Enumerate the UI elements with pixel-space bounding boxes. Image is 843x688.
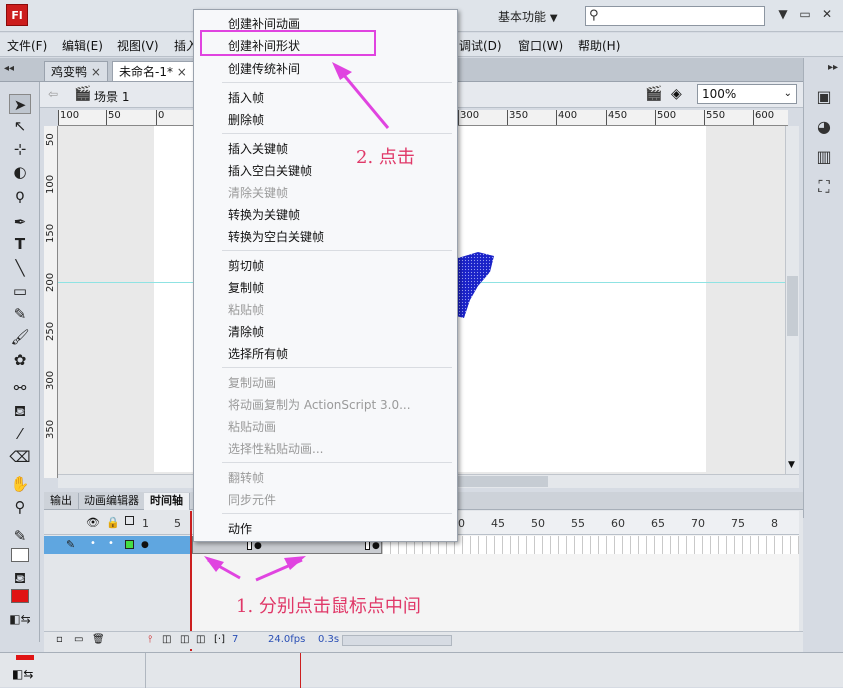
arrow-head	[332, 62, 352, 80]
annotation-arrows	[204, 62, 390, 582]
arrow-line	[336, 67, 390, 129]
arrow-head	[204, 556, 224, 572]
